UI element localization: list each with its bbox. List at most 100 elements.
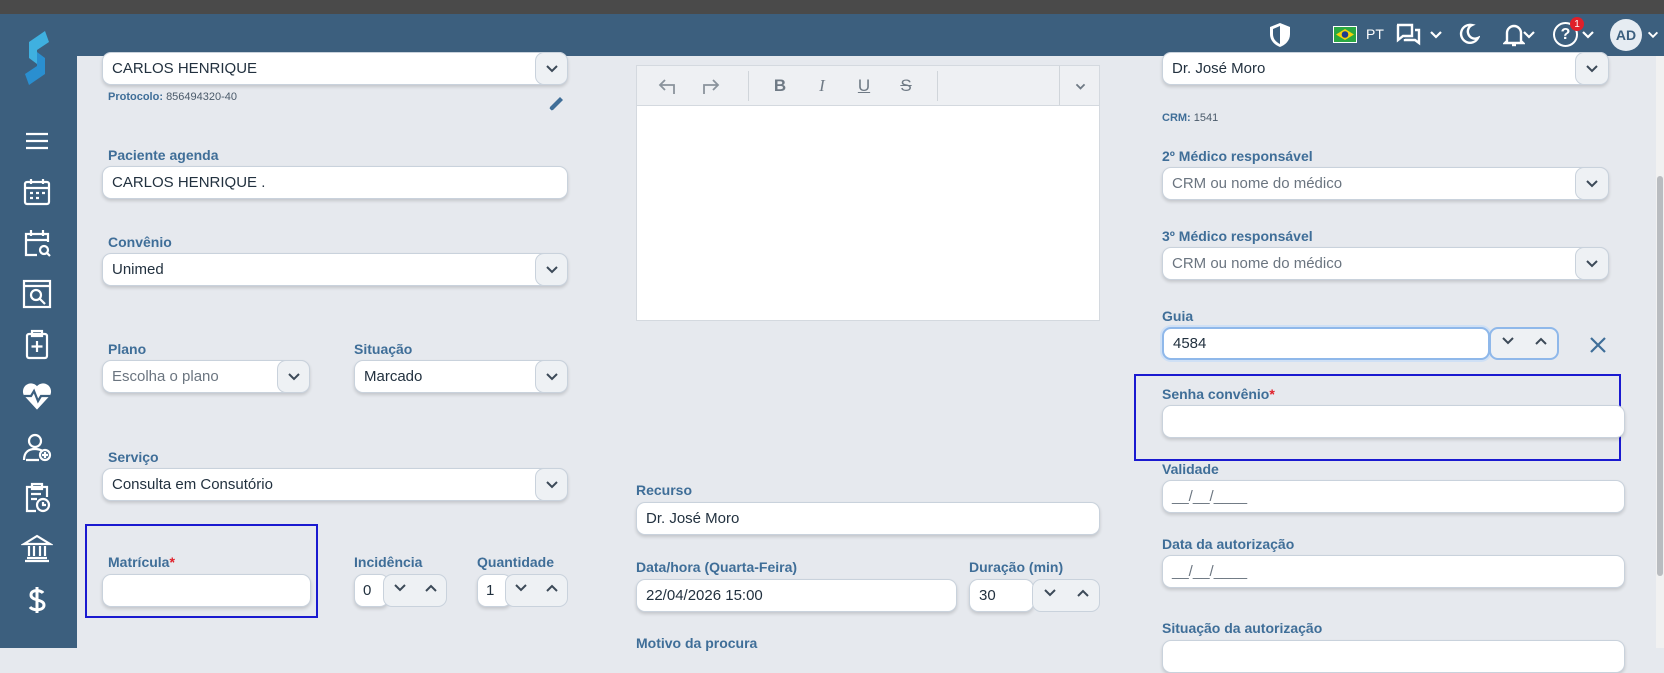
scrollbar-track[interactable]: [1656, 56, 1664, 648]
patient-select[interactable]: CARLOS HENRIQUE: [102, 52, 568, 85]
bank-icon[interactable]: [18, 530, 56, 568]
guia-label: Guia: [1162, 308, 1194, 324]
situacao-dropdown-button[interactable]: [535, 360, 568, 393]
language-label[interactable]: PT: [1366, 26, 1384, 42]
quantidade-stepper[interactable]: [505, 574, 568, 607]
medico3-placeholder: CRM ou nome do médico: [1172, 255, 1343, 272]
validade-label: Validade: [1162, 461, 1219, 477]
protocolo-value: 856494320-40: [166, 91, 238, 103]
situacao-value: Marcado: [364, 368, 423, 385]
medico2-select[interactable]: CRM ou nome do médico: [1162, 167, 1609, 200]
undo-icon[interactable]: [655, 74, 681, 98]
matricula-label: Matrícula*: [108, 554, 175, 570]
italic-button[interactable]: I: [809, 74, 835, 98]
pencil-icon[interactable]: [546, 94, 566, 119]
crm-text: CRM: 1541: [1162, 112, 1218, 124]
dollar-icon[interactable]: [18, 581, 56, 619]
calendar-icon[interactable]: [18, 173, 56, 211]
medico-dropdown-button[interactable]: [1575, 52, 1609, 85]
calendar-search-icon[interactable]: [18, 224, 56, 262]
medico2-dropdown-button[interactable]: [1575, 167, 1609, 200]
search-window-icon[interactable]: [18, 275, 56, 313]
toolbar-more-button[interactable]: [1059, 66, 1100, 106]
medico3-dropdown-button[interactable]: [1575, 247, 1609, 280]
heart-pulse-icon[interactable]: [18, 377, 56, 415]
guia-input[interactable]: 4584: [1162, 327, 1490, 360]
chevron-down-icon[interactable]: [1501, 334, 1515, 353]
scrollbar-thumb[interactable]: [1657, 176, 1663, 576]
matricula-input[interactable]: [102, 574, 311, 607]
recurso-input[interactable]: Dr. José Moro: [636, 502, 1100, 535]
plano-placeholder: Escolha o plano: [112, 368, 219, 385]
patient-value: CARLOS HENRIQUE: [112, 60, 258, 77]
moon-icon[interactable]: [1458, 23, 1481, 50]
clipboard-clock-icon[interactable]: [18, 479, 56, 517]
situacao-aut-label: Situação da autorização: [1162, 620, 1323, 636]
medico3-select[interactable]: CRM ou nome do médico: [1162, 247, 1609, 280]
datahora-value: 22/04/2026 15:00: [646, 587, 763, 604]
close-icon[interactable]: [1589, 336, 1607, 359]
brazil-flag-icon[interactable]: [1333, 26, 1357, 43]
servico-select[interactable]: Consulta em Consutório: [102, 468, 568, 501]
validade-input[interactable]: __/__/____: [1162, 480, 1625, 513]
medico-value: Dr. José Moro: [1172, 60, 1266, 77]
shield-icon[interactable]: [1268, 22, 1292, 53]
servico-value: Consulta em Consutório: [112, 476, 273, 493]
chevron-up-icon[interactable]: [1076, 586, 1090, 605]
chevron-down-icon[interactable]: [514, 581, 528, 600]
strikethrough-button[interactable]: S: [893, 74, 919, 98]
guia-stepper[interactable]: [1489, 327, 1559, 360]
top-bar: PT ? 1 AD: [0, 14, 1664, 56]
chevron-down-icon[interactable]: [1043, 586, 1057, 605]
servico-dropdown-button[interactable]: [535, 468, 568, 501]
user-plus-icon[interactable]: [18, 428, 56, 466]
chevron-down-icon[interactable]: [1646, 27, 1660, 48]
chevron-down-icon[interactable]: [1580, 27, 1596, 48]
chevron-up-icon[interactable]: [1534, 334, 1548, 353]
menu-icon[interactable]: [18, 122, 56, 160]
duracao-label: Duração (min): [969, 559, 1064, 575]
medico-select[interactable]: Dr. José Moro: [1162, 52, 1609, 85]
chat-icon[interactable]: [1395, 22, 1421, 51]
convenio-value: Unimed: [112, 261, 164, 278]
senha-input[interactable]: [1162, 405, 1625, 438]
duracao-input[interactable]: 30: [969, 579, 1034, 612]
convenio-select[interactable]: Unimed: [102, 253, 568, 286]
paciente-agenda-value: CARLOS HENRIQUE .: [112, 174, 266, 191]
guia-value: 4584: [1173, 335, 1207, 352]
redo-icon[interactable]: [697, 74, 723, 98]
servico-label: Serviço: [108, 449, 159, 465]
incidencia-value: 0: [363, 582, 372, 599]
medico2-label: 2º Médico responsável: [1162, 148, 1313, 164]
incidencia-stepper[interactable]: [383, 574, 447, 607]
chevron-up-icon[interactable]: [545, 581, 559, 600]
avatar[interactable]: AD: [1610, 19, 1642, 51]
chevron-down-icon[interactable]: [1521, 27, 1537, 48]
convenio-dropdown-button[interactable]: [535, 253, 568, 286]
validade-placeholder: __/__/____: [1172, 488, 1248, 505]
bold-button[interactable]: B: [767, 74, 793, 98]
recurso-value: Dr. José Moro: [646, 510, 740, 527]
plano-dropdown-button[interactable]: [277, 360, 310, 393]
datahora-label: Data/hora (Quarta-Feira): [636, 559, 798, 575]
recurso-label: Recurso: [636, 482, 693, 498]
paciente-agenda-input[interactable]: CARLOS HENRIQUE .: [102, 166, 568, 199]
editor-text-area[interactable]: [636, 105, 1100, 321]
patient-dropdown-button[interactable]: [535, 52, 568, 85]
data-aut-placeholder: __/__/____: [1172, 563, 1248, 580]
chevron-down-icon[interactable]: [393, 581, 407, 600]
clipboard-plus-icon[interactable]: [18, 326, 56, 364]
datahora-input[interactable]: 22/04/2026 15:00: [636, 579, 957, 612]
chevron-up-icon[interactable]: [424, 581, 438, 600]
quantidade-label: Quantidade: [477, 554, 555, 570]
motivo-label: Motivo da procura: [636, 635, 758, 651]
chevron-down-icon[interactable]: [1428, 27, 1444, 48]
data-aut-input[interactable]: __/__/____: [1162, 555, 1625, 588]
underline-button[interactable]: U: [851, 74, 877, 98]
situacao-aut-select[interactable]: [1162, 640, 1625, 673]
browser-tab-strip: [0, 0, 1664, 14]
plano-label: Plano: [108, 341, 147, 357]
logo-icon[interactable]: [18, 28, 56, 88]
data-aut-label: Data da autorização: [1162, 536, 1295, 552]
duracao-stepper[interactable]: [1032, 579, 1100, 612]
